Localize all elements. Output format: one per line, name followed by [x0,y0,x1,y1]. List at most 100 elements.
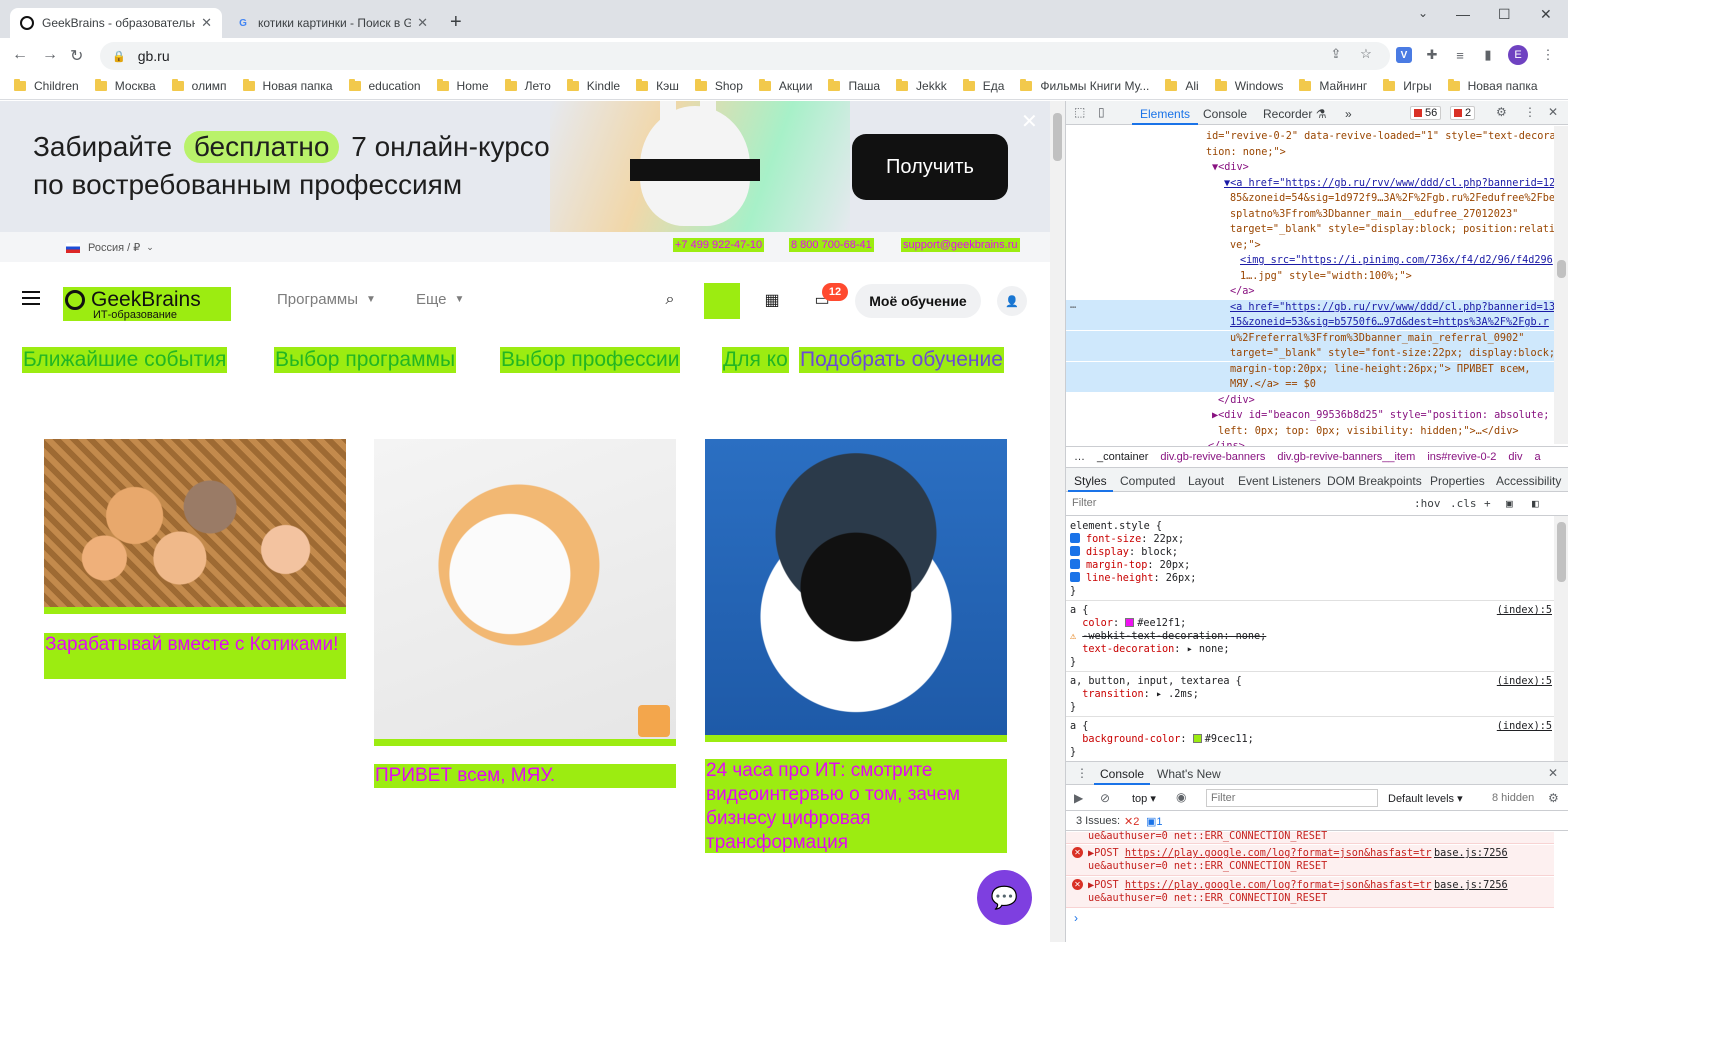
url-text[interactable]: gb.ru [138,48,170,64]
nav-programs[interactable]: Программы ▼ [277,291,376,308]
breadcrumb-item[interactable]: div.gb-revive-banners__item [1277,451,1415,463]
log-levels-dropdown[interactable]: Default levels ▾ [1388,792,1463,805]
banner-close-icon[interactable]: ✕ [1021,109,1038,134]
bookmark-item[interactable]: Новая папка [242,78,333,93]
prop-name[interactable]: text-decoration [1082,644,1174,655]
style-prop-row[interactable]: color: #ee12f1; [1070,617,1554,630]
styles-subtab[interactable]: DOM Breakpoints [1327,474,1422,488]
tab-search-chevron-icon[interactable]: ⌄ [1418,6,1428,20]
prop-value[interactable]: 26px [1166,573,1191,584]
new-rule-icon[interactable]: + [1484,497,1491,510]
minimize-button[interactable]: — [1456,6,1470,22]
console-sidebar-icon[interactable]: ▶ [1074,791,1083,805]
drawer-tab-console[interactable]: Console [1093,767,1151,785]
share-icon[interactable]: ⇪ [1328,46,1344,62]
cat-helmet-image[interactable] [705,439,1007,735]
inspect-element-icon[interactable]: ⬚ [1074,105,1085,119]
dom-node-line[interactable]: ve;"> [1066,238,1554,253]
card-title[interactable]: 24 часа про ИТ: смотрите видеоинтервью о… [705,759,1007,853]
bookmark-item[interactable]: Новая папка [1447,78,1538,93]
scrollbar-thumb[interactable] [1557,260,1566,278]
styles-filter-input[interactable]: Filter [1072,497,1096,509]
console-log-row[interactable]: ✕ ▶POST https://play.google.com/log?form… [1066,845,1554,876]
tab-elements[interactable]: Elements [1131,107,1199,125]
dom-node-line[interactable]: </ins> [1066,439,1554,446]
extensions-puzzle-icon[interactable]: ✚ [1424,47,1440,63]
menu-for-companies[interactable]: Для ко [722,347,789,373]
computed-toggle-icon[interactable]: ▣ [1506,497,1513,510]
side-panel-icon[interactable]: ▮ [1480,47,1496,63]
tab-google-search[interactable]: G котики картинки - Поиск в Goo ✕ [226,8,438,38]
node-actions-ellipsis-icon[interactable]: … [1070,298,1076,313]
scrollbar-thumb[interactable] [1053,113,1062,161]
bookmark-item[interactable]: Shop [694,78,743,93]
log-source-link[interactable]: base.js:7256 [1434,847,1508,860]
checkbox-icon[interactable] [1070,559,1080,569]
bookmark-item[interactable]: Лето [504,78,551,93]
phone-link-1[interactable]: +7 499 922-47-10 [673,238,765,252]
cls-toggle[interactable]: .cls [1450,497,1477,510]
log-url-link[interactable]: https://play.google.com/log?format=json&… [1125,880,1432,891]
devtools-close-icon[interactable]: ✕ [1548,105,1558,119]
hov-toggle[interactable]: :hov [1414,497,1441,510]
log-url-link[interactable]: https://play.google.com/log?format=json&… [1125,848,1432,859]
dom-node-line[interactable]: <img src="https://i.pinimg.com/736x/f4/d… [1066,253,1554,268]
promo-banner[interactable]: Забирайте бесплатно 7 онлайн-курсов по в… [0,101,1050,232]
sidebar-toggle-icon[interactable]: ◧ [1532,497,1539,510]
warnings-counter[interactable]: 2 [1450,106,1476,120]
prop-value[interactable]: 20px [1160,560,1185,571]
search-icon[interactable]: ⌕ [658,288,682,312]
drawer-close-icon[interactable]: ✕ [1548,766,1558,780]
checkbox-icon[interactable] [1070,533,1080,543]
tab-console[interactable]: Console [1203,107,1247,121]
dom-node-line[interactable]: tion: none;"> [1066,145,1554,160]
calendar-icon[interactable]: ▦ [760,288,784,312]
prop-name[interactable]: font-size [1086,534,1141,545]
console-settings-gear-icon[interactable]: ⚙ [1548,791,1559,805]
breadcrumb-item[interactable]: div [1508,451,1522,463]
lock-icon[interactable]: 🔒 [112,50,126,63]
my-learning-button[interactable]: Моё обучение [855,284,981,318]
elements-tree[interactable]: id="revive-0-2" data-revive-loaded="1" s… [1066,126,1554,446]
console-log-row[interactable]: ue&authuser=0 net::ERR_CONNECTION_RESET [1066,831,1554,844]
rule-source-link[interactable]: (index):5 [1497,720,1552,733]
scrollbar-thumb[interactable] [1557,522,1566,582]
hamburger-menu-icon[interactable] [22,291,40,305]
tab-close-icon[interactable]: ✕ [201,15,212,31]
dom-node-line[interactable]: 85&zoneid=54&sig=1d972f9…3A%2F%2Fgb.ru%2… [1066,191,1554,206]
user-profile-icon[interactable]: 👤 [997,286,1027,316]
bookmark-item[interactable]: Паша [828,78,880,93]
bookmark-item[interactable]: Ali [1165,78,1199,93]
prop-value[interactable]: block [1141,547,1172,558]
checkbox-icon[interactable] [1070,572,1080,582]
breadcrumb-item[interactable]: a [1534,451,1540,463]
styles-scrollbar[interactable] [1554,516,1568,761]
elements-scrollbar[interactable] [1554,126,1568,444]
prop-name[interactable]: color [1082,618,1113,629]
more-tabs-icon[interactable]: » [1345,107,1352,121]
color-swatch-icon[interactable] [1192,734,1202,743]
style-prop-row[interactable]: background-color: #9cec11; [1070,733,1554,746]
bookmark-item[interactable]: Игры [1383,78,1432,93]
menu-kebab-icon[interactable]: ⋮ [1540,47,1556,63]
menu-profession-choice[interactable]: Выбор профессии [500,347,681,373]
close-window-button[interactable]: ✕ [1540,6,1552,23]
dom-node-line[interactable]: 15&zoneid=53&sig=b5750f6…97d&dest=https%… [1066,315,1554,330]
maximize-button[interactable]: ☐ [1498,6,1511,23]
dom-node-line[interactable]: left: 0px; top: 0px; visibility: hidden;… [1066,424,1554,439]
console-filter-input[interactable]: Filter [1206,789,1378,807]
style-prop-row[interactable]: font-size: 22px; [1070,533,1554,546]
errors-counter[interactable]: 56 [1410,106,1442,120]
region-selector[interactable]: Россия / ₽ ⌄ [66,241,154,254]
style-prop-row[interactable]: ⚠ -webkit-text-decoration: none; [1070,630,1554,643]
menu-events[interactable]: Ближайшие события [22,347,228,373]
checkbox-icon[interactable] [1070,546,1080,556]
dom-node-line[interactable]: </div> [1066,393,1554,408]
dom-node-line[interactable]: u%2Freferral%3Ffrom%3Dbanner_main_referr… [1066,330,1554,346]
styles-subtab[interactable]: Accessibility [1496,474,1561,488]
drawer-tab-whats-new[interactable]: What's New [1157,767,1221,781]
prop-value[interactable]: .2ms [1168,689,1193,700]
back-arrow-icon[interactable]: ← [12,46,28,64]
breadcrumb-item[interactable]: ins#revive-0-2 [1427,451,1496,463]
bookmark-item[interactable]: Москва [94,78,156,93]
